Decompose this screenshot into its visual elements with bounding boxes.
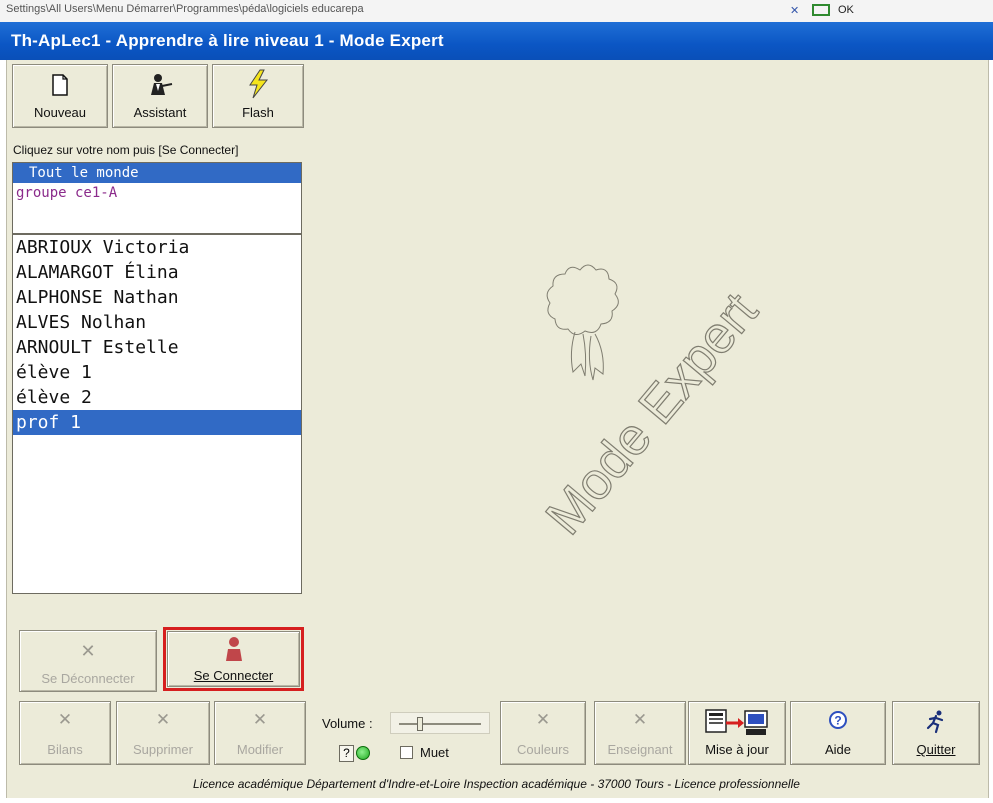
student-item-selected[interactable]: prof 1 (13, 410, 301, 435)
help-button[interactable]: ? Aide (790, 701, 886, 765)
edit-button[interactable]: ✕ Modifier (214, 701, 306, 765)
flash-button[interactable]: Flash (212, 64, 304, 128)
watermark-text: Mode Expert (535, 282, 769, 546)
background-ok-text: OK (838, 4, 854, 16)
disabled-x-icon: ✕ (252, 710, 268, 729)
update-button[interactable]: Mise à jour (688, 701, 786, 765)
update-computers-icon (689, 707, 785, 735)
status-led-icon (356, 746, 370, 760)
volume-track (399, 723, 481, 725)
background-window-strip: Settings\All Users\Menu Démarrer\Program… (0, 0, 993, 22)
window-title: Th-ApLec1 - Apprendre à lire niveau 1 - … (11, 31, 444, 50)
reports-button[interactable]: ✕ Bilans (19, 701, 111, 765)
students-list[interactable]: ABRIOUX Victoria ALAMARGOT Élina ALPHONS… (12, 234, 302, 594)
connect-button-label: Se Connecter (193, 668, 274, 683)
background-path-text: Settings\All Users\Menu Démarrer\Program… (6, 3, 364, 15)
mode-expert-watermark: Mode Expert (534, 264, 770, 546)
reports-button-label: Bilans (47, 742, 83, 757)
update-button-label: Mise à jour (705, 742, 769, 757)
new-document-icon (13, 73, 107, 99)
group-item-everyone[interactable]: Tout le monde (13, 163, 301, 183)
background-close-icon: ✕ (790, 5, 800, 17)
running-man-icon (893, 710, 979, 736)
volume-label: Volume : (322, 716, 373, 731)
disabled-x-icon: ✕ (632, 710, 648, 729)
student-item[interactable]: ALPHONSE Nathan (13, 285, 301, 310)
group-item-ce1a[interactable]: groupe ce1-A (13, 183, 301, 203)
sound-help-button[interactable]: ? (339, 745, 354, 762)
groups-list[interactable]: Tout le monde groupe ce1-A (12, 162, 302, 234)
new-button-label: Nouveau (33, 105, 87, 120)
disconnect-button-label: Se Déconnecter (41, 671, 135, 686)
connect-button[interactable]: Se Connecter (167, 631, 300, 687)
rosette-icon (546, 264, 619, 335)
mute-checkbox[interactable] (400, 746, 413, 759)
quit-button-label: Quitter (916, 742, 956, 757)
new-button[interactable]: Nouveau (12, 64, 108, 128)
student-item[interactable]: élève 1 (13, 360, 301, 385)
volume-thumb[interactable] (417, 717, 423, 731)
disabled-x-icon: ✕ (155, 710, 171, 729)
disabled-x-icon: ✕ (57, 710, 73, 729)
teacher-button-label: Enseignant (607, 742, 673, 757)
lightning-icon (213, 69, 303, 99)
title-bar: Th-ApLec1 - Apprendre à lire niveau 1 - … (0, 22, 993, 60)
mute-label: Muet (420, 745, 449, 760)
assistant-icon (113, 73, 207, 99)
volume-slider[interactable] (390, 712, 490, 734)
student-item[interactable]: ALVES Nolhan (13, 310, 301, 335)
user-icon (168, 636, 299, 662)
edit-button-label: Modifier (236, 742, 284, 757)
background-ok-icon (812, 4, 830, 16)
student-item[interactable]: ABRIOUX Victoria (13, 235, 301, 260)
student-item[interactable]: ARNOULT Estelle (13, 335, 301, 360)
colors-button[interactable]: ✕ Couleurs (500, 701, 586, 765)
license-status-bar: Licence académique Département d'Indre-e… (193, 777, 800, 791)
quit-button[interactable]: Quitter (892, 701, 980, 765)
instruction-text: Cliquez sur votre nom puis [Se Connecter… (13, 143, 239, 157)
disconnect-button[interactable]: ✕ Se Déconnecter (19, 630, 157, 692)
flash-button-label: Flash (242, 105, 274, 120)
svg-text:?: ? (834, 714, 841, 728)
delete-button[interactable]: ✕ Supprimer (116, 701, 210, 765)
colors-button-label: Couleurs (516, 742, 570, 757)
teacher-button[interactable]: ✕ Enseignant (594, 701, 686, 765)
help-icon: ? (791, 710, 885, 736)
student-item[interactable]: ALAMARGOT Élina (13, 260, 301, 285)
disabled-x-icon: ✕ (80, 641, 96, 661)
help-button-label: Aide (824, 742, 852, 757)
assistant-button-label: Assistant (133, 105, 187, 120)
delete-button-label: Supprimer (133, 742, 193, 757)
student-item[interactable]: élève 2 (13, 385, 301, 410)
assistant-button[interactable]: Assistant (112, 64, 208, 128)
disabled-x-icon: ✕ (535, 710, 551, 729)
